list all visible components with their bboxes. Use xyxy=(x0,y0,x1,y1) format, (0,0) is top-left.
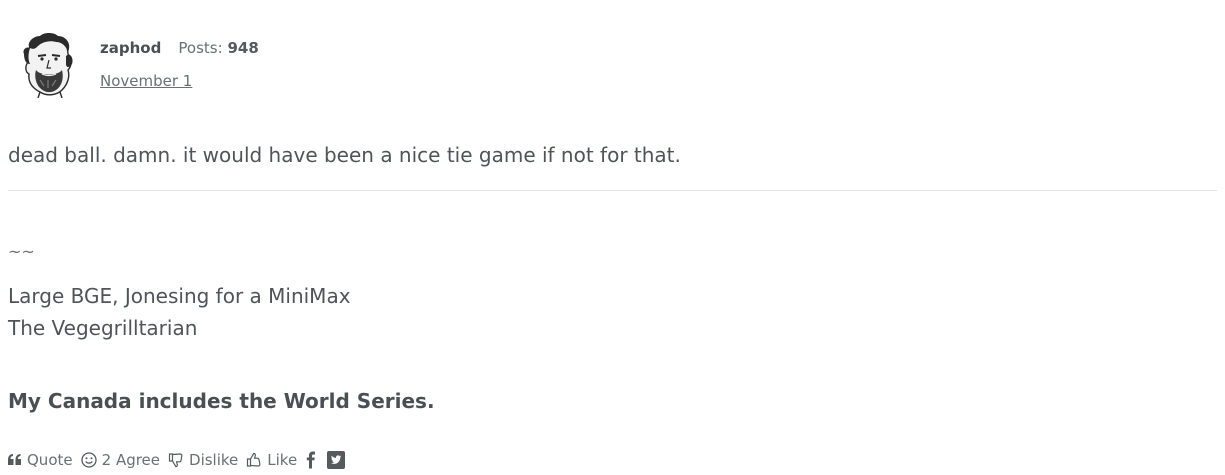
quote-button[interactable]: Quote xyxy=(8,451,73,469)
reaction-bar: Quote 2 Agree Dislike Like xyxy=(8,448,355,472)
author-block: zaphod Posts: 948 xyxy=(100,36,259,60)
signature-line-1: Large BGE, Jonesing for a MiniMax xyxy=(8,284,351,308)
posts-label-text: Posts: xyxy=(178,39,223,57)
posts-count: 948 xyxy=(227,39,259,57)
signature-bold-line: My Canada includes the World Series. xyxy=(8,389,435,413)
dislike-button[interactable]: Dislike xyxy=(168,451,238,469)
author-line: zaphod Posts: 948 xyxy=(100,36,259,60)
agree-button[interactable]: 2 Agree xyxy=(80,451,161,469)
posts-label: Posts: 948 xyxy=(178,39,258,57)
thumbs-down-icon xyxy=(168,453,183,468)
avatar[interactable] xyxy=(16,30,82,99)
smiley-icon xyxy=(80,452,97,468)
facebook-icon xyxy=(306,451,316,469)
quote-label: Quote xyxy=(27,451,73,469)
like-label: Like xyxy=(267,451,298,469)
dislike-label: Dislike xyxy=(189,451,239,469)
twitter-icon xyxy=(327,451,346,469)
like-button[interactable]: Like xyxy=(246,451,297,469)
post-date-link[interactable]: November 1 xyxy=(100,72,192,90)
agree-count: 2 xyxy=(101,451,112,469)
thumbs-up-icon xyxy=(247,452,261,467)
share-facebook-button[interactable] xyxy=(305,451,317,469)
share-twitter-button[interactable] xyxy=(327,451,346,469)
agree-label: Agree xyxy=(115,451,161,469)
signature-line-2: The Vegegrilltarian xyxy=(8,316,198,340)
post-body: dead ball. damn. it would have been a ni… xyxy=(8,143,681,167)
author-name-link[interactable]: zaphod xyxy=(100,39,161,57)
signature-tilde: ~~ xyxy=(8,242,35,261)
signature-divider xyxy=(8,190,1217,191)
quote-icon xyxy=(8,454,21,465)
